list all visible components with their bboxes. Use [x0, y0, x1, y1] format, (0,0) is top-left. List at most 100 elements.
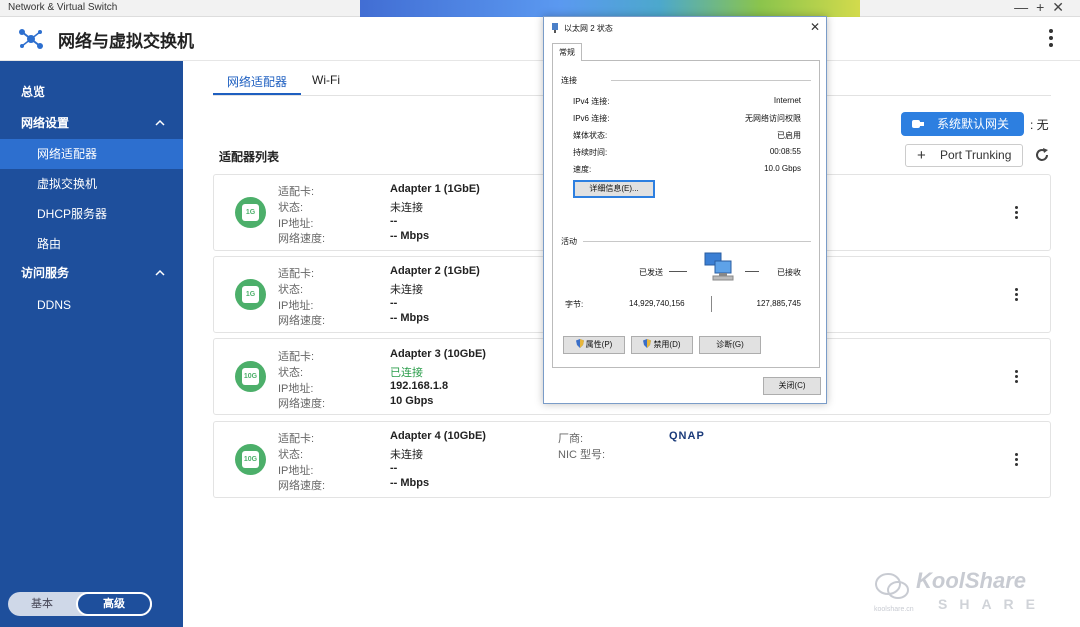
sidebar-item-overview[interactable]: 总览	[0, 77, 183, 107]
dialog-titlebar[interactable]: 以太网 2 状态 ✕	[544, 17, 826, 39]
mode-advanced-button[interactable]: 高级	[76, 592, 152, 616]
connection-group-label: 连接	[561, 76, 577, 85]
media-state-label: 媒体状态:	[573, 131, 608, 140]
adapter-speed-icon: 10G	[235, 361, 266, 392]
speed-label: 网络速度:	[278, 315, 326, 327]
adapter-label: 适配卡:	[278, 433, 315, 445]
details-button[interactable]: 详细信息(E)...	[573, 180, 655, 198]
app-title: 网络与虚拟交换机	[58, 32, 194, 51]
sent-label: 已发送	[639, 268, 663, 277]
close-window-button[interactable]: ✕	[1052, 0, 1072, 15]
adapter-label: 适配卡:	[278, 186, 315, 198]
watermark-brand: KoolShare	[916, 568, 1027, 593]
system-default-gateway-button[interactable]: 系统默认网关	[901, 112, 1024, 136]
ip-label: IP地址:	[278, 300, 314, 312]
watermark-sub: SHARE	[938, 596, 1048, 612]
sidebar-item-virtual-switch[interactable]: 虚拟交换机	[0, 169, 183, 199]
plus-icon: +	[917, 147, 926, 164]
adapter-status: 未连接	[390, 449, 423, 461]
disable-label: 禁用(D)	[653, 340, 681, 349]
network-switch-icon	[19, 29, 43, 49]
watermark-tag: koolshare.cn	[874, 606, 914, 613]
speed-label: 网络速度:	[278, 398, 326, 410]
minimize-button[interactable]: —	[1014, 0, 1036, 15]
chevron-up-icon	[155, 269, 165, 276]
sidebar-item-network-adapter[interactable]: 网络适配器	[0, 139, 183, 169]
adapter-label: 适配卡:	[278, 351, 315, 363]
activity-group-label: 活动	[561, 237, 577, 246]
speed-label: 网络速度:	[278, 480, 326, 492]
duration-label: 持续时间:	[573, 148, 608, 157]
adapter-speed: -- Mbps	[390, 477, 430, 489]
ip-label: IP地址:	[278, 218, 314, 230]
mode-toggle: 基本 高级	[8, 592, 152, 616]
close-icon[interactable]: ✕	[810, 20, 820, 34]
bytes-label: 字节:	[565, 300, 584, 309]
chevron-up-icon	[155, 119, 165, 126]
tab-general[interactable]: 常规	[552, 43, 582, 61]
bytes-sent: 14,929,740,156	[629, 299, 685, 308]
wechat-icon	[875, 573, 909, 599]
sidebar-item-dhcp-server[interactable]: DHCP服务器	[0, 199, 183, 229]
duration-value: 00:08:55	[769, 147, 801, 156]
shield-icon	[643, 339, 652, 348]
speed-label: 速度:	[573, 165, 592, 174]
background-strip	[360, 0, 860, 17]
dialog-panel: 连接 IPv4 连接: Internet IPv6 连接: 无网络访问权限 媒体…	[552, 60, 820, 368]
shield-icon	[575, 339, 584, 348]
adapter-speed-icon: 1G	[235, 279, 266, 310]
media-state-value: 已启用	[777, 131, 801, 140]
properties-button[interactable]: 属性(P)	[563, 336, 625, 354]
app-menu-icon[interactable]	[1048, 29, 1054, 49]
adapter-card: 10G 适配卡: 状态: IP地址: 网络速度: Adapter 4 (10Gb…	[213, 421, 1051, 498]
sidebar-item-access-services[interactable]: 访问服务	[0, 258, 183, 288]
received-line	[745, 271, 759, 272]
adapter-name: Adapter 2 (1GbE)	[390, 265, 480, 277]
speed-label: 网络速度:	[278, 233, 326, 245]
adapter-speed-icon: 10G	[235, 444, 266, 475]
adapter-speed: -- Mbps	[390, 230, 430, 242]
mode-basic-button[interactable]: 基本	[8, 592, 76, 616]
window-titlebar: Network & Virtual Switch —+✕	[0, 0, 1080, 17]
adapter-menu-icon[interactable]	[1014, 453, 1018, 467]
group-divider	[583, 241, 811, 242]
adapter-status: 未连接	[390, 202, 423, 214]
koolshare-watermark: KoolShare SHARE koolshare.cn	[868, 560, 1068, 620]
port-trunking-button[interactable]: + Port Trunking	[905, 144, 1023, 167]
ipv6-value: 无网络访问权限	[745, 114, 801, 123]
disable-button[interactable]: 禁用(D)	[631, 336, 693, 354]
dialog-close-button[interactable]: 关闭(C)	[763, 377, 821, 395]
adapter-speed: -- Mbps	[390, 312, 430, 324]
adapter-name: Adapter 3 (10GbE)	[390, 348, 486, 360]
adapter-status: 已连接	[390, 367, 423, 379]
gateway-label: 系统默认网关	[937, 117, 1010, 131]
vendor-label: 厂商:	[558, 433, 584, 445]
adapter-menu-icon[interactable]	[1014, 288, 1018, 302]
properties-label: 属性(P)	[585, 340, 613, 349]
adapter-name: Adapter 4 (10GbE)	[390, 430, 486, 442]
adapter-status: 未连接	[390, 284, 423, 296]
adapter-menu-icon[interactable]	[1014, 370, 1018, 384]
port-trunking-label: Port Trunking	[940, 148, 1012, 162]
refresh-icon[interactable]	[1034, 147, 1050, 163]
adapter-ip: --	[390, 215, 398, 227]
ethernet-status-dialog: 以太网 2 状态 ✕ 常规 连接 IPv4 连接: Internet IPv6 …	[543, 16, 827, 404]
diagnose-button[interactable]: 诊断(G)	[699, 336, 761, 354]
tab-network-adapter[interactable]: 网络适配器	[213, 73, 302, 95]
tab-wifi[interactable]: Wi-Fi	[312, 73, 340, 95]
adapter-speed-icon: 1G	[235, 197, 266, 228]
sent-line	[669, 271, 687, 272]
ipv4-label: IPv4 连接:	[573, 97, 610, 106]
gateway-icon	[912, 120, 924, 128]
sidebar-item-routing[interactable]: 路由	[0, 229, 183, 259]
sidebar-item-ddns[interactable]: DDNS	[0, 290, 183, 320]
maximize-button[interactable]: +	[1036, 0, 1052, 15]
adapter-menu-icon[interactable]	[1014, 206, 1018, 220]
sidebar-item-label: 网络设置	[21, 116, 70, 130]
adapter-name: Adapter 1 (1GbE)	[390, 183, 480, 195]
network-computers-icon	[704, 252, 734, 281]
adapter-ip: --	[390, 462, 398, 474]
vendor-logo: QNAP	[669, 430, 705, 442]
sidebar-item-network-settings[interactable]: 网络设置	[0, 108, 183, 138]
group-divider	[611, 80, 811, 81]
